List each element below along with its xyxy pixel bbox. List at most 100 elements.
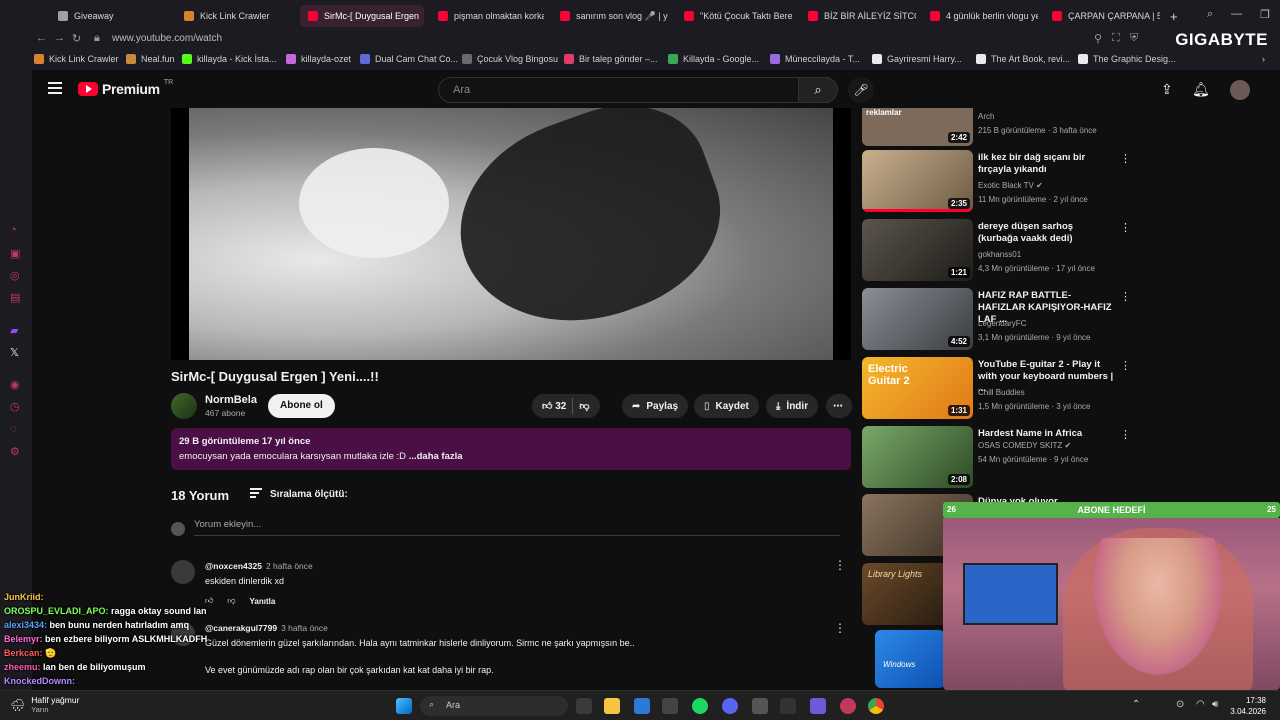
minimize-icon[interactable]: —	[1231, 8, 1242, 21]
history-icon[interactable]: ◷	[10, 400, 22, 413]
recommendation-item[interactable]: 4:52 HAFIZ RAP BATTLE-HAFIZLAR KAPIŞIYOR…	[862, 288, 1132, 352]
discord-icon[interactable]	[722, 698, 738, 714]
add-comment-input[interactable]: Yorum ekleyin...	[194, 519, 840, 536]
video-thumbnail[interactable]: 2:08	[862, 426, 973, 488]
twitch-icon[interactable]: ▰	[10, 324, 22, 337]
file-explorer-icon[interactable]	[604, 698, 620, 714]
recommendation-item[interactable]: 1:21 dereye düşen sarhoş (kurbağa vaakk …	[862, 219, 1132, 283]
tab-pisman[interactable]: pişman olmaktan korkan	[430, 5, 544, 27]
reply-button[interactable]: Yanıtla	[250, 597, 276, 606]
recommendation-item[interactable]: reklamlar 2:42 Arch 215 B görüntüleme · …	[862, 108, 1132, 146]
bookmark-item[interactable]: killayda - Kick İsta...	[182, 54, 277, 64]
tab-giveaway[interactable]: Giveaway	[50, 5, 168, 27]
show-more-link[interactable]: ...daha fazla	[409, 451, 463, 462]
rec-title[interactable]: ilk kez bir dağ sıçanı bir fırçayla yıka…	[978, 152, 1114, 176]
rec-menu-icon[interactable]: ⋮	[1120, 152, 1131, 165]
maximize-icon[interactable]: ❐	[1260, 8, 1270, 21]
channel-name[interactable]: NormBela	[205, 394, 257, 406]
avatar[interactable]	[1230, 80, 1250, 100]
sidebar-app-icon[interactable]: ◉	[10, 378, 22, 391]
back-icon[interactable]: ←	[36, 32, 47, 44]
weather-widget[interactable]: 🌧︎ Hafif yağmur Yarın	[10, 695, 79, 714]
youtube-logo[interactable]: Premium TR	[78, 79, 173, 97]
rec-channel[interactable]: LegendaryFC	[978, 319, 1026, 328]
notifications-icon[interactable]: 🔔︎	[1192, 81, 1210, 98]
pin-icon[interactable]: ⚲	[1094, 32, 1102, 45]
save-button[interactable]: ▯ Kaydet	[694, 394, 759, 418]
bookmark-item[interactable]: Killayda - Google...	[668, 54, 759, 64]
bookmark-item[interactable]: The Art Book, revi...	[976, 54, 1070, 64]
video-thumbnail[interactable]: Windows	[875, 630, 945, 688]
sidebar-app-icon[interactable]: ◎	[10, 269, 22, 282]
reload-icon[interactable]: ↻	[72, 32, 81, 45]
comment-menu-icon[interactable]: ⋮	[834, 558, 846, 572]
recommendation-item[interactable]: 2:35 ilk kez bir dağ sıçanı bir fırçayla…	[862, 150, 1132, 214]
rec-menu-icon[interactable]: ⋮	[1120, 221, 1131, 234]
rec-title[interactable]: Hardest Name in Africa	[978, 428, 1114, 440]
subscribe-button[interactable]: Abone ol	[268, 394, 335, 418]
settings-icon[interactable]: ⚙	[10, 445, 22, 458]
wifi-icon[interactable]: ◠	[1196, 699, 1205, 710]
tab-sirmc-active[interactable]: SirMc-[ Duygusal Ergen	[300, 5, 424, 27]
chrome-icon[interactable]	[868, 698, 884, 714]
video-player[interactable]	[171, 108, 851, 360]
task-view-icon[interactable]	[576, 698, 592, 714]
outlook-icon[interactable]	[634, 698, 650, 714]
rec-channel[interactable]: Arch	[978, 112, 994, 121]
voice-search-button[interactable]: 🎤︎	[848, 77, 874, 103]
channel-avatar[interactable]	[171, 393, 197, 419]
dislike-button[interactable]: 👎︎	[579, 400, 589, 412]
app-icon[interactable]	[752, 698, 768, 714]
comment-menu-icon[interactable]: ⋮	[834, 621, 846, 635]
tray-chevron-icon[interactable]: ⌃	[1132, 699, 1140, 710]
bookmark-item[interactable]: Müneccilayda - T...	[770, 54, 860, 64]
volume-icon[interactable]: 🔊︎	[1212, 699, 1218, 710]
rec-menu-icon[interactable]: ⋮	[1120, 290, 1131, 303]
video-thumbnail[interactable]: 2:35	[862, 150, 973, 212]
url-field[interactable]: www.youtube.com/watch	[112, 33, 222, 44]
like-button[interactable]: 👍︎ 32	[542, 400, 566, 412]
search-button[interactable]: ⌕	[798, 77, 838, 103]
bookmark-item[interactable]: Kick Link Crawler	[34, 54, 119, 64]
rec-channel[interactable]: OSAS COMEDY SKITZ ✔	[978, 441, 1071, 450]
bookmark-item[interactable]: killayda-ozet	[286, 54, 351, 64]
tab-biz-bir-aileyiz[interactable]: BİZ BİR AİLEYİZ SİTCOM	[800, 5, 916, 27]
bookmark-item[interactable]: Bir talep gönder –...	[564, 54, 658, 64]
network-icon[interactable]: ⊙	[1176, 699, 1184, 710]
opera-gx-icon[interactable]	[840, 698, 856, 714]
x-icon[interactable]: 𝕏	[10, 346, 22, 359]
video-thumbnail[interactable]: 1:21	[862, 219, 973, 281]
system-clock[interactable]: 17:38 3.04.2026	[1230, 695, 1266, 717]
tab-son-vlog[interactable]: sanırım son vlog 🎤 | yen	[552, 5, 668, 27]
recommendation-item[interactable]: Electric Guitar 2 1:31 YouTube E-guitar …	[862, 357, 1132, 421]
more-actions-button[interactable]: ⋯	[826, 394, 852, 418]
tab-kick-link-crawler[interactable]: Kick Link Crawler	[176, 5, 294, 27]
app-icon[interactable]	[780, 698, 796, 714]
bookmark-item[interactable]: Çocuk Vlog Bingosu	[462, 54, 558, 64]
tab-carpan[interactable]: ÇARPAN ÇARPANA | 55	[1044, 5, 1160, 27]
sort-button[interactable]: Sıralama ölçütü:	[250, 488, 348, 500]
sidebar-app-icon[interactable]: ▤	[10, 291, 22, 304]
rec-title[interactable]: dereye düşen sarhoş (kurbağa vaakk dedi)	[978, 221, 1114, 245]
tab-berlin-vlog[interactable]: 4 günlük berlin vlogu ye	[922, 5, 1038, 27]
rec-channel[interactable]: gokhanss01	[978, 250, 1021, 259]
sidebar-app-icon[interactable]: ▣	[10, 247, 22, 260]
screenshot-icon[interactable]: ⛶	[1112, 32, 1120, 45]
app-icon[interactable]	[662, 698, 678, 714]
tab-kotu-cocuk[interactable]: "Kötü Çocuk Taktı Beres	[676, 5, 792, 27]
comment-avatar[interactable]	[171, 560, 195, 584]
menu-icon[interactable]	[48, 82, 62, 94]
video-thumbnail[interactable]: Electric Guitar 2 1:31	[862, 357, 973, 419]
app-icon[interactable]	[810, 698, 826, 714]
shield-icon[interactable]: ⛨	[1130, 32, 1138, 45]
rec-channel[interactable]: Exotic Black TV ✔	[978, 181, 1043, 190]
forward-icon[interactable]: →	[54, 32, 65, 44]
search-input[interactable]: Ara	[438, 77, 830, 103]
spotify-icon[interactable]	[692, 698, 708, 714]
search-tabs-icon[interactable]: ⌕	[1207, 8, 1213, 21]
bookmarks-overflow-icon[interactable]: ›	[1262, 54, 1265, 64]
rec-menu-icon[interactable]: ⋮	[1120, 428, 1131, 441]
video-thumbnail[interactable]: 4:52	[862, 288, 973, 350]
comment-author[interactable]: @noxcen4325 2 hafta önce	[205, 561, 313, 571]
video-thumbnail[interactable]: reklamlar 2:42	[862, 108, 973, 146]
